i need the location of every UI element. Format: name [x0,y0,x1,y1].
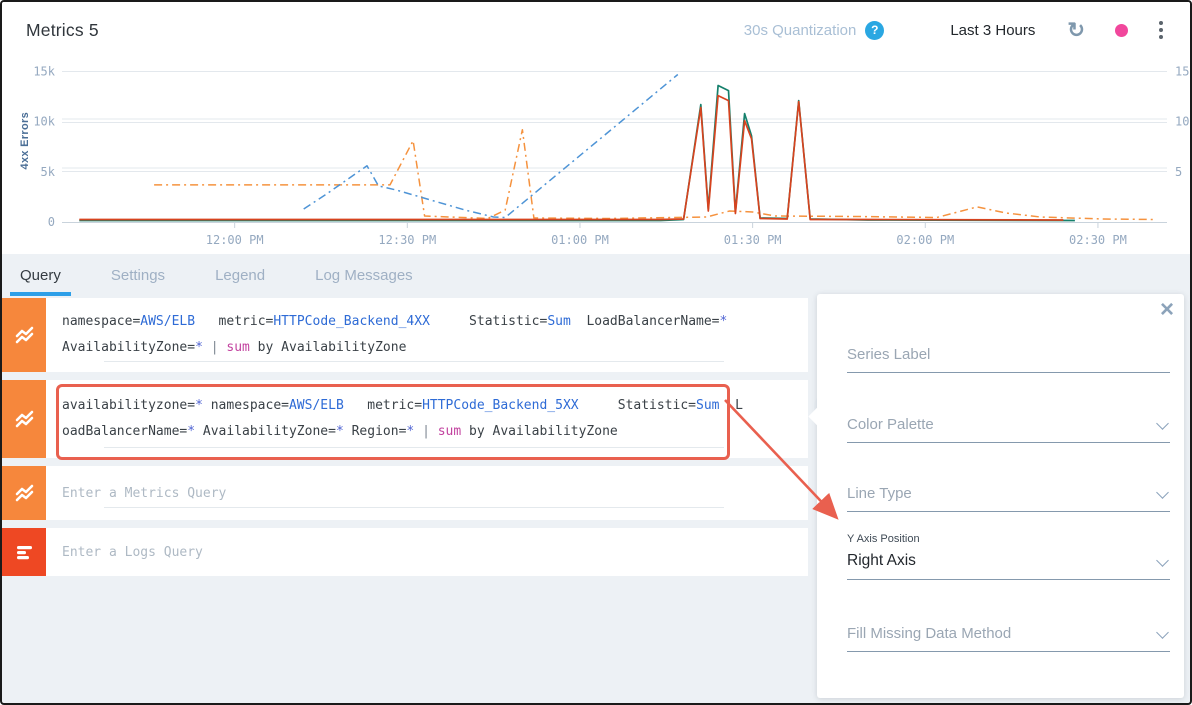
metrics-query-icon[interactable] [2,298,46,372]
svg-text:01:00 PM: 01:00 PM [551,233,609,247]
metrics-query-input-1[interactable]: namespace=AWS/ELB metric=HTTPCode_Backen… [46,298,808,372]
tab-query[interactable]: Query [16,254,65,296]
metrics-dashboard: Metrics 5 30s Quantization ? Last 3 Hour… [0,0,1192,705]
refresh-icon[interactable]: ↻ [1067,20,1085,41]
logs-query-row: Enter a Logs Query [2,528,808,576]
y-axis-position-select[interactable]: Y Axis Position Right Axis [847,533,1170,580]
series-label-placeholder: Series Label [847,346,1170,363]
query-line: AvailabilityZone=* | sum by Availability… [62,335,808,361]
quantization-label: 30s Quantization [744,22,857,39]
color-palette-select[interactable]: Color Palette [847,416,1170,443]
tab-log-messages[interactable]: Log Messages [311,254,417,296]
page-title: Metrics 5 [26,20,99,41]
svg-text:12:30 PM: 12:30 PM [378,233,436,247]
y-axis-position-value: Right Axis [847,552,1170,570]
y-axis-title: 4xx Errors [19,112,31,169]
chart-area: 4xx Errors 12:00 PM 12:30 PM 01:00 PM 01:30… [2,58,1192,254]
tab-bar: Query Settings Legend Log Messages [2,254,1190,296]
query-row-1: namespace=AWS/ELB metric=HTTPCode_Backen… [2,298,808,372]
time-range-selector[interactable]: Last 3 Hours [950,22,1035,39]
help-icon[interactable]: ? [865,21,884,40]
input-underline [104,507,724,508]
y-axis-position-label: Y Axis Position [847,533,1170,545]
input-underline [104,447,724,448]
query-row-2: availabilityzone=* namespace=AWS/ELB met… [2,380,808,458]
metrics-query-placeholder: Enter a Metrics Query [46,466,808,520]
svg-text:02:30 PM: 02:30 PM [1069,233,1127,247]
svg-text:15: 15 [1175,65,1189,79]
tab-settings[interactable]: Settings [107,254,169,296]
input-underline [104,361,724,362]
line-type-select[interactable]: Line Type [847,485,1170,512]
series-label-field[interactable]: Series Label [847,346,1170,373]
metrics-chart: 12:00 PM 12:30 PM 01:00 PM 01:30 PM 02:00 PM… [2,58,1192,254]
query-row-3: Enter a Metrics Query [2,466,808,520]
svg-text:10k: 10k [33,115,55,129]
metrics-query-icon[interactable] [2,380,46,458]
close-icon[interactable]: × [1160,296,1174,325]
svg-text:15k: 15k [33,65,55,79]
header-actions: 30s Quantization ? Last 3 Hours ↻ [744,18,1166,42]
svg-text:5k: 5k [41,165,56,179]
svg-text:01:30 PM: 01:30 PM [724,233,782,247]
logs-query-input[interactable]: Enter a Logs Query [46,528,808,576]
svg-text:5: 5 [1175,165,1182,179]
header: Metrics 5 30s Quantization ? Last 3 Hour… [2,2,1190,58]
svg-text:10: 10 [1175,115,1189,129]
logs-query-icon[interactable] [2,528,46,576]
logs-query-placeholder: Enter a Logs Query [46,528,808,576]
kebab-menu-icon[interactable] [1156,18,1166,42]
metrics-query-input-2[interactable]: availabilityzone=* namespace=AWS/ELB met… [46,380,808,458]
status-dot-icon[interactable] [1115,24,1128,37]
query-line: oadBalancerName=* AvailabilityZone=* Reg… [62,419,808,445]
svg-text:02:00 PM: 02:00 PM [896,233,954,247]
fill-missing-data-select[interactable]: Fill Missing Data Method [847,625,1170,652]
series-settings-panel: × Series Label Color Palette Line Type Y… [817,294,1184,698]
query-line: namespace=AWS/ELB metric=HTTPCode_Backen… [62,309,808,335]
panel-notch [808,407,826,425]
svg-text:0: 0 [48,215,55,229]
tab-legend[interactable]: Legend [211,254,269,296]
metrics-query-icon[interactable] [2,466,46,520]
metrics-query-input-3[interactable]: Enter a Metrics Query [46,466,808,520]
query-line: availabilityzone=* namespace=AWS/ELB met… [62,393,808,419]
svg-text:12:00 PM: 12:00 PM [206,233,264,247]
